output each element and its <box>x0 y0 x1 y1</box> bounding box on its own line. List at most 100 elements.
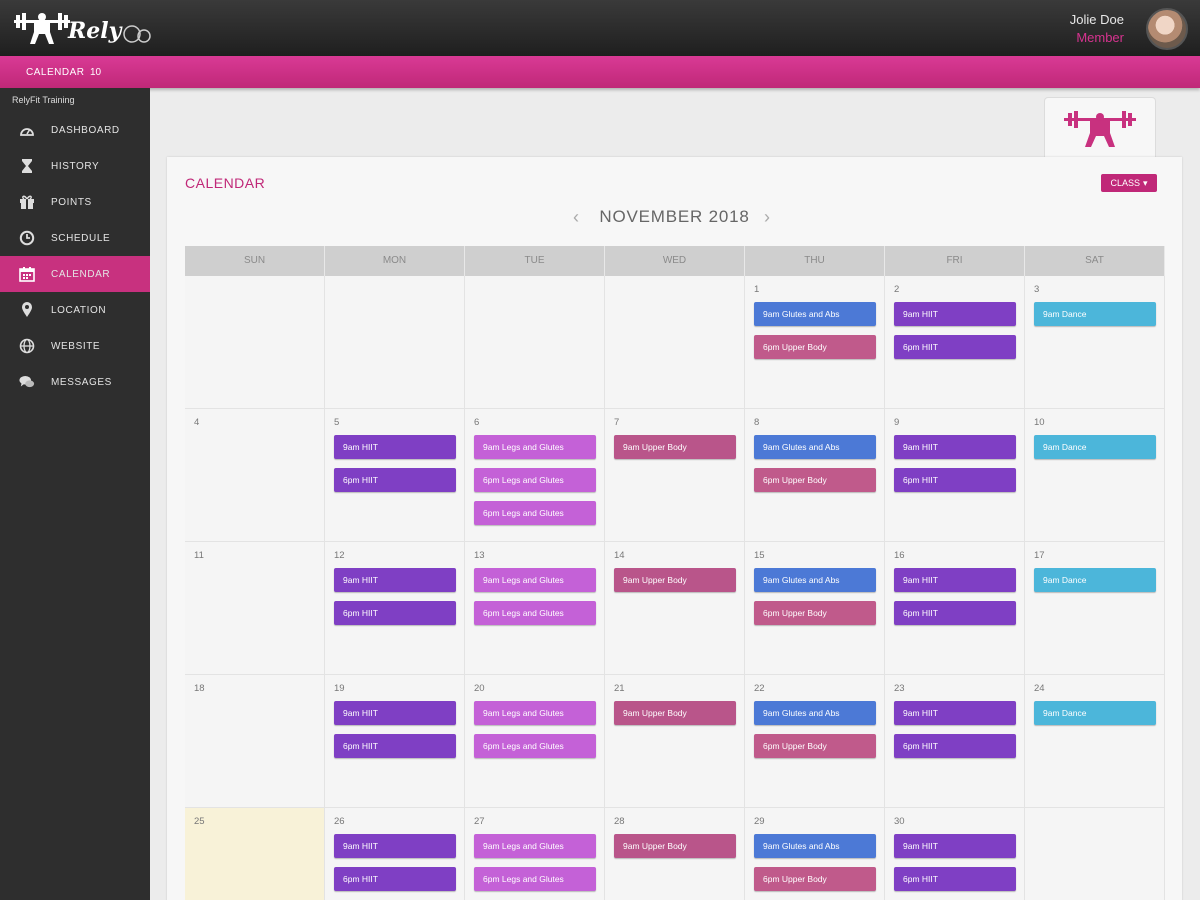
class-event[interactable]: 6pm HIIT <box>334 468 456 492</box>
class-event[interactable]: 6pm Legs and Glutes <box>474 867 596 891</box>
class-event[interactable]: 9am Glutes and Abs <box>754 701 876 725</box>
calendar-day-cell[interactable]: 15 9am Glutes and Abs 6pm Upper Body <box>745 542 885 675</box>
class-event[interactable]: 6pm HIIT <box>894 867 1016 891</box>
class-event[interactable]: 9am Legs and Glutes <box>474 568 596 592</box>
calendar-day-cell[interactable]: 26 9am HIIT 6pm HIIT <box>325 808 465 900</box>
class-event[interactable]: 9am Dance <box>1034 701 1156 725</box>
chevron-right-icon[interactable]: › <box>764 207 770 228</box>
calendar-day-cell[interactable]: 3 9am Dance <box>1025 276 1165 409</box>
day-number: 13 <box>474 550 485 561</box>
class-event[interactable]: 9am HIIT <box>334 701 456 725</box>
calendar-day-cell[interactable]: 14 9am Upper Body <box>605 542 745 675</box>
class-event[interactable]: 9am HIIT <box>894 701 1016 725</box>
class-event[interactable]: 6pm HIIT <box>894 734 1016 758</box>
class-event[interactable]: 6pm HIIT <box>334 867 456 891</box>
calendar-day-cell[interactable]: 1 9am Glutes and Abs 6pm Upper Body <box>745 276 885 409</box>
class-filter-dropdown[interactable]: CLASS ▾ <box>1101 174 1157 192</box>
calendar-day-cell[interactable]: 6 9am Legs and Glutes 6pm Legs and Glutes 6… <box>465 409 605 542</box>
day-number: 26 <box>334 816 345 827</box>
day-number: 8 <box>754 417 760 428</box>
calendar-day-cell[interactable]: 17 9am Dance <box>1025 542 1165 675</box>
calendar-day-cell[interactable]: 8 9am Glutes and Abs 6pm Upper Body <box>745 409 885 542</box>
calendar-day-cell[interactable]: 4 <box>185 409 325 542</box>
calendar-day-cell[interactable]: 24 9am Dance <box>1025 675 1165 808</box>
top-bar: Rely Jolie Doe Member <box>0 0 1200 56</box>
class-event[interactable]: 9am HIIT <box>334 568 456 592</box>
weekday-label: MON <box>325 246 465 276</box>
class-event[interactable]: 6pm HIIT <box>894 601 1016 625</box>
class-event[interactable]: 9am Dance <box>1034 435 1156 459</box>
empty-day-cell <box>465 276 605 409</box>
sidebar-item-history[interactable]: HISTORY <box>0 148 150 184</box>
calendar-day-cell[interactable]: 9 9am HIIT 6pm HIIT <box>885 409 1025 542</box>
breadcrumb[interactable]: CALENDAR <box>26 67 84 78</box>
class-event[interactable]: 6pm HIIT <box>334 734 456 758</box>
class-event[interactable]: 9am Glutes and Abs <box>754 435 876 459</box>
calendar-day-cell[interactable]: 11 <box>185 542 325 675</box>
class-event[interactable]: 9am Glutes and Abs <box>754 302 876 326</box>
calendar-day-cell[interactable]: 10 9am Dance <box>1025 409 1165 542</box>
sidebar-item-points[interactable]: POINTS <box>0 184 150 220</box>
class-event[interactable]: 6pm HIIT <box>894 335 1016 359</box>
calendar-day-cell[interactable]: 20 9am Legs and Glutes 6pm Legs and Glutes <box>465 675 605 808</box>
calendar-day-cell[interactable]: 23 9am HIIT 6pm HIIT <box>885 675 1025 808</box>
calendar-day-cell[interactable]: 13 9am Legs and Glutes 6pm Legs and Glutes <box>465 542 605 675</box>
class-event[interactable]: 6pm HIIT <box>334 601 456 625</box>
calendar-day-cell[interactable]: 30 9am HIIT 6pm HIIT <box>885 808 1025 900</box>
calendar-day-cell[interactable]: 16 9am HIIT 6pm HIIT <box>885 542 1025 675</box>
class-event[interactable]: 9am Legs and Glutes <box>474 701 596 725</box>
class-event[interactable]: 9am Upper Body <box>614 834 736 858</box>
sidebar-item-calendar[interactable]: CALENDAR <box>0 256 150 292</box>
class-event[interactable]: 9am Glutes and Abs <box>754 568 876 592</box>
sidebar-item-messages[interactable]: MESSAGES <box>0 364 150 400</box>
class-event[interactable]: 6pm Upper Body <box>754 468 876 492</box>
day-number: 28 <box>614 816 625 827</box>
class-event[interactable]: 9am HIIT <box>894 302 1016 326</box>
calendar-day-cell[interactable]: 25 <box>185 808 325 900</box>
calendar-day-cell[interactable]: 28 9am Upper Body <box>605 808 745 900</box>
sidebar-item-location[interactable]: LOCATION <box>0 292 150 328</box>
calendar-day-cell[interactable]: 18 <box>185 675 325 808</box>
class-event[interactable]: 9am Legs and Glutes <box>474 435 596 459</box>
class-event[interactable]: 9am HIIT <box>894 568 1016 592</box>
calendar-day-cell[interactable]: 12 9am HIIT 6pm HIIT <box>325 542 465 675</box>
avatar[interactable] <box>1146 8 1188 50</box>
chevron-left-icon[interactable]: ‹ <box>573 207 579 228</box>
class-event[interactable]: 9am Upper Body <box>614 568 736 592</box>
calendar-day-cell[interactable]: 19 9am HIIT 6pm HIIT <box>325 675 465 808</box>
class-event[interactable]: 6pm HIIT <box>894 468 1016 492</box>
class-event[interactable]: 9am Legs and Glutes <box>474 834 596 858</box>
sidebar-item-website[interactable]: WEBSITE <box>0 328 150 364</box>
user-info[interactable]: Jolie Doe Member <box>1070 12 1124 45</box>
sidebar-item-label: MESSAGES <box>51 376 112 388</box>
sidebar-item-dashboard[interactable]: DASHBOARD <box>0 112 150 148</box>
calendar-day-cell[interactable]: 5 9am HIIT 6pm HIIT <box>325 409 465 542</box>
calendar-day-cell[interactable]: 21 9am Upper Body <box>605 675 745 808</box>
class-event[interactable]: 6pm Upper Body <box>754 601 876 625</box>
relyfit-logo[interactable]: Rely <box>12 8 152 48</box>
class-event[interactable]: 9am Dance <box>1034 302 1156 326</box>
calendar-day-cell[interactable]: 27 9am Legs and Glutes 6pm Legs and Glutes <box>465 808 605 900</box>
class-event[interactable]: 9am Glutes and Abs <box>754 834 876 858</box>
day-number: 16 <box>894 550 905 561</box>
class-event[interactable]: 6pm Upper Body <box>754 867 876 891</box>
class-event[interactable]: 9am Upper Body <box>614 435 736 459</box>
class-event[interactable]: 9am HIIT <box>334 834 456 858</box>
calendar-day-cell[interactable]: 29 9am Glutes and Abs 6pm Upper Body <box>745 808 885 900</box>
class-event[interactable]: 6pm Upper Body <box>754 335 876 359</box>
class-event[interactable]: 9am HIIT <box>334 435 456 459</box>
class-event[interactable]: 6pm Legs and Glutes <box>474 501 596 525</box>
class-event[interactable]: 6pm Legs and Glutes <box>474 734 596 758</box>
calendar-day-cell[interactable]: 7 9am Upper Body <box>605 409 745 542</box>
class-event[interactable]: 6pm Legs and Glutes <box>474 601 596 625</box>
class-event[interactable]: 9am HIIT <box>894 834 1016 858</box>
calendar-day-cell[interactable]: 22 9am Glutes and Abs 6pm Upper Body <box>745 675 885 808</box>
class-event[interactable]: 6pm Upper Body <box>754 734 876 758</box>
class-event[interactable]: 9am Upper Body <box>614 701 736 725</box>
calendar-day-cell[interactable]: 2 9am HIIT 6pm HIIT <box>885 276 1025 409</box>
class-event[interactable]: 9am Dance <box>1034 568 1156 592</box>
class-event[interactable]: 9am HIIT <box>894 435 1016 459</box>
weightlifter-badge[interactable] <box>1044 97 1156 159</box>
class-event[interactable]: 6pm Legs and Glutes <box>474 468 596 492</box>
sidebar-item-schedule[interactable]: SCHEDULE <box>0 220 150 256</box>
